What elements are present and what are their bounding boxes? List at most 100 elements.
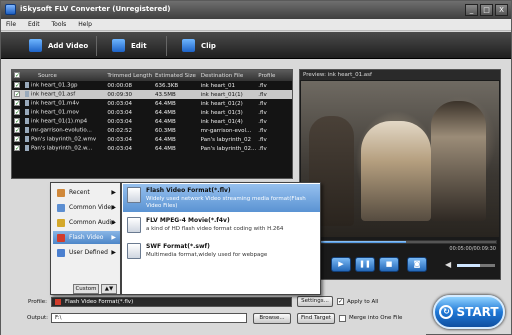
find-target-button[interactable]: Find Target <box>297 313 335 324</box>
length-cell: 00:02:52 <box>107 127 133 134</box>
size-cell: 64.4MB <box>155 136 176 143</box>
seek-bar[interactable] <box>303 240 497 244</box>
col-trimmed-length[interactable]: Trimmed Length <box>107 73 155 79</box>
toolbar: Add Video Edit Clip <box>1 32 511 59</box>
table-row[interactable]: ✓ ink heart_01.m4v 00:03:04 64.4MB ink heart… <box>12 99 292 108</box>
menu-file[interactable]: File <box>1 19 21 30</box>
row-checkbox[interactable]: ✓ <box>12 109 22 116</box>
minimize-button[interactable]: _ <box>465 4 478 16</box>
checkbox-checked-icon[interactable]: ✓ <box>14 145 20 152</box>
output-path-field[interactable]: F:\ <box>51 313 247 323</box>
add-video-button[interactable]: Add Video <box>29 38 88 53</box>
menu-bar: File Edit Tools Help <box>1 19 511 31</box>
col-profile[interactable]: Profile <box>258 73 292 79</box>
row-checkbox[interactable]: ✓ <box>12 91 22 98</box>
row-checkbox[interactable]: ✓ <box>12 82 22 89</box>
merge-checkbox[interactable] <box>339 315 346 322</box>
toolbar-divider <box>96 36 97 56</box>
checkbox-checked-icon[interactable]: ✓ <box>14 127 20 134</box>
pause-button[interactable]: ❚❚ <box>355 257 375 272</box>
submenu-arrow-icon: ▶ <box>111 204 116 211</box>
source-cell: ink heart_01.3gp <box>22 82 107 89</box>
volume-icon[interactable]: ◀ <box>445 260 451 269</box>
format-item[interactable]: FLV MPEG-4 Movie(*.f4v) a kind of HD flas… <box>123 214 320 238</box>
format-text: FLV MPEG-4 Movie(*.f4v) a kind of HD flas… <box>146 214 314 238</box>
profile-dropdown[interactable]: Flash Video Format(*.flv) <box>51 297 292 307</box>
select-all-checkbox[interactable]: ✓ <box>14 72 20 79</box>
file-list: ✓ Source Trimmed Length Estimated Size D… <box>11 69 293 179</box>
submenu-arrow-icon: ▶ <box>111 234 116 241</box>
source-name: ink heart_01.m4v <box>30 100 80 107</box>
table-row[interactable]: ✓ ink heart_01.mov 00:03:04 64.4MB ink heart… <box>12 108 292 117</box>
menu-tools[interactable]: Tools <box>47 19 72 30</box>
playback-controls: ▶ ❚❚ ■ ◙ ◀ <box>303 256 499 276</box>
checkbox-checked-icon[interactable]: ✓ <box>14 118 20 125</box>
clip-button[interactable]: Clip <box>182 38 216 53</box>
menu-edit[interactable]: Edit <box>23 19 45 30</box>
row-checkbox[interactable]: ✓ <box>12 145 22 152</box>
source-cell: ink heart_01.mov <box>22 109 107 116</box>
size-cell: 60.3MB <box>155 127 176 134</box>
custom-button[interactable]: Custom <box>73 284 99 294</box>
format-file-icon <box>127 217 141 233</box>
size-cell: 64.4MB <box>155 118 176 125</box>
edit-button[interactable]: Edit <box>112 38 147 53</box>
checkbox-checked-icon[interactable]: ✓ <box>14 82 20 89</box>
table-row[interactable]: ✓ ink heart_01.3gp 00:00:08 636.3KB ink hear… <box>12 81 292 90</box>
source-cell: ink heart_01.m4v <box>22 100 107 107</box>
clip-label: Clip <box>201 41 216 50</box>
category-icon <box>57 218 65 227</box>
category-item[interactable]: Common Video ▶ <box>53 201 120 214</box>
destination-cell: Pan's labyrinth_02 <box>200 136 252 143</box>
format-file-icon <box>127 187 141 203</box>
table-row[interactable]: ✓ ink heart_01(1).mp4 00:03:04 64.4MB ink he… <box>12 117 292 126</box>
row-checkbox[interactable]: ✓ <box>12 118 22 125</box>
col-estimated-size[interactable]: Estimated Size <box>155 73 201 79</box>
row-checkbox[interactable]: ✓ <box>12 136 22 143</box>
format-item[interactable]: Flash Video Format(*.flv) Widely used net… <box>123 184 320 212</box>
start-button[interactable]: ↻ START <box>433 295 505 329</box>
menu-help[interactable]: Help <box>73 19 97 30</box>
category-item[interactable]: Flash Video ▶ <box>53 231 120 244</box>
toolbar-divider <box>166 36 167 56</box>
row-checkbox[interactable]: ✓ <box>12 127 22 134</box>
volume-slider[interactable] <box>457 264 495 267</box>
row-checkbox[interactable]: ✓ <box>12 100 22 107</box>
col-destination[interactable]: Destination File <box>201 73 259 79</box>
film-add-icon <box>29 39 42 52</box>
submenu-arrow-icon: ▶ <box>111 189 116 196</box>
col-source[interactable]: Source <box>22 73 107 79</box>
custom-arrows-button[interactable]: ▲▼ <box>101 284 117 294</box>
profile-cell: .flv <box>258 127 267 134</box>
format-name: SWF Format(*.swf) <box>146 243 210 250</box>
checkbox-checked-icon[interactable]: ✓ <box>14 136 20 143</box>
category-label: Common Audio <box>69 219 115 226</box>
browse-button[interactable]: Browse... <box>253 313 291 324</box>
apply-to-all-checkbox[interactable]: ✓ <box>337 298 344 305</box>
source-cell: Pan's labyrinth_02.wmv <box>22 136 107 143</box>
play-button[interactable]: ▶ <box>331 257 351 272</box>
table-row[interactable]: ✓ Pan's labyrinth_02.wmv 00:03:04 64.4MB Pan… <box>12 135 292 144</box>
size-cell: 636.3KB <box>155 82 179 89</box>
source-name: mr-garrison-evolutio... <box>30 127 92 134</box>
format-description: a kind of HD flash video format coding w… <box>146 226 284 232</box>
table-row[interactable]: ✓ mr-garrison-evolutio... 00:02:52 60.3MB mr… <box>12 126 292 135</box>
checkbox-checked-icon[interactable]: ✓ <box>14 91 20 98</box>
category-item[interactable]: User Defined ▶ <box>53 246 120 259</box>
stop-button[interactable]: ■ <box>379 257 399 272</box>
category-label: Common Video <box>69 204 115 211</box>
start-label: START <box>456 305 499 319</box>
checkbox-checked-icon[interactable]: ✓ <box>14 109 20 116</box>
format-item[interactable]: SWF Format(*.swf) Multimedia format,widel… <box>123 240 320 264</box>
checkbox-checked-icon[interactable]: ✓ <box>14 100 20 107</box>
merge-label: Merge into One File <box>349 315 403 321</box>
category-item[interactable]: Recent ▶ <box>53 186 120 199</box>
video-file-icon <box>24 109 29 116</box>
close-button[interactable]: X <box>495 4 508 16</box>
table-row[interactable]: ✓ ink heart_01.asf 00:09:30 43.5MB ink heart… <box>12 90 292 99</box>
settings-button[interactable]: Settings... <box>297 296 333 307</box>
maximize-button[interactable]: □ <box>480 4 493 16</box>
source-name: Pan's labyrinth_02.wmv <box>30 136 97 143</box>
snapshot-button[interactable]: ◙ <box>407 257 427 272</box>
category-item[interactable]: Common Audio ▶ <box>53 216 120 229</box>
